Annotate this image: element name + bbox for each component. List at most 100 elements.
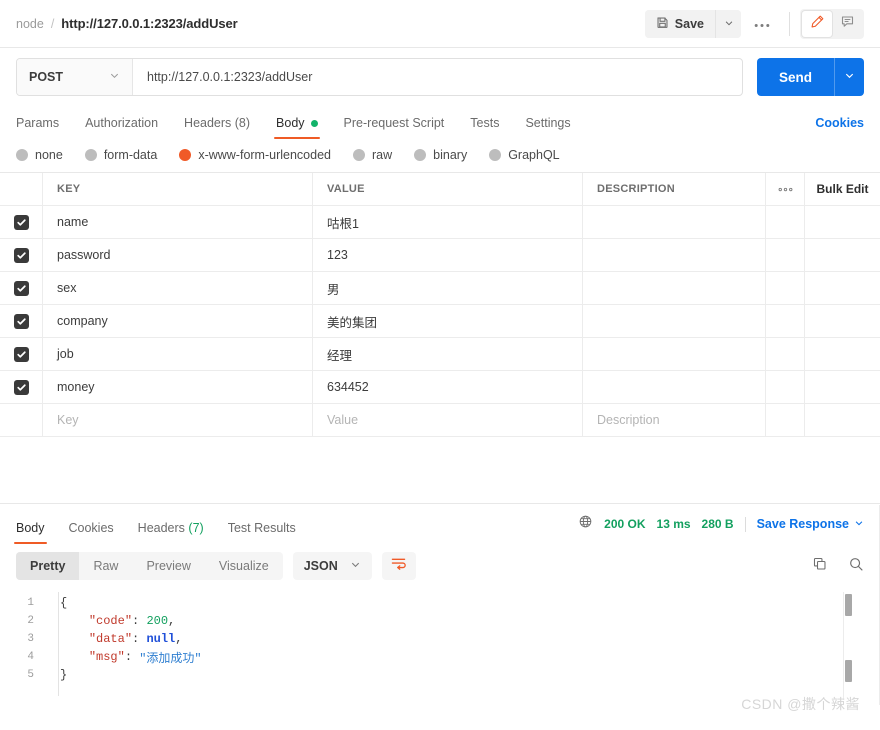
table-row[interactable]: money 634452 [0,371,880,404]
response-tab-test-results[interactable]: Test Results [228,521,296,544]
response-body-scrollbar[interactable] [843,592,852,700]
row-spacer-cell-2 [805,206,880,238]
response-tab-body[interactable]: Body [14,521,46,544]
scrollbar-thumb-top[interactable] [845,594,852,616]
save-response-button[interactable]: Save Response [757,517,864,531]
empty-row-key-input[interactable]: Key [43,404,313,436]
view-mode-visualize[interactable]: Visualize [205,552,283,580]
tab-params[interactable]: Params [16,116,59,139]
row-description-cell[interactable] [583,272,766,304]
code-colon: : [132,632,147,646]
response-time: 13 ms [656,517,691,531]
body-type-x-www-form-urlencoded[interactable]: x-www-form-urlencoded [179,148,331,162]
response-tab-cookies[interactable]: Cookies [69,521,114,544]
row-value-cell[interactable]: 男 [313,272,583,304]
copy-icon[interactable] [812,556,828,577]
empty-row-spacer [766,404,805,436]
breadcrumb-request-title[interactable]: http://127.0.0.1:2323/addUser [61,16,237,31]
empty-row-value-input[interactable]: Value [313,404,583,436]
row-description-cell[interactable] [583,371,766,403]
save-button-label: Save [674,16,704,31]
scrollbar-thumb-bottom[interactable] [845,660,852,682]
response-format-select[interactable]: JSON [292,552,372,580]
row-value-cell[interactable]: 123 [313,239,583,271]
cookies-link[interactable]: Cookies [815,116,864,130]
table-empty-row[interactable]: Key Value Description [0,404,880,437]
request-more-options-button[interactable] [745,10,779,38]
send-button[interactable]: Send [757,58,834,96]
code-line: 3 "data" : null , [0,630,880,648]
meta-divider [744,516,746,532]
globe-icon[interactable] [578,514,593,534]
header-description-label: DESCRIPTION [597,183,675,195]
response-view-mode-group: Pretty Raw Preview Visualize [16,552,283,580]
breadcrumb-collection[interactable]: node [16,17,44,31]
row-checkbox[interactable] [13,214,29,230]
tab-label: Params [16,116,60,130]
row-key-cell[interactable]: name [43,206,313,238]
body-type-none[interactable]: none [16,148,63,162]
table-row[interactable]: company 美的集团 [0,305,880,338]
tab-body[interactable]: Body [274,116,320,139]
row-key-cell[interactable]: sex [43,272,313,304]
edit-request-button[interactable] [802,10,832,37]
row-value-cell[interactable]: 咕根1 [313,206,583,238]
http-method-select[interactable]: POST [17,59,133,95]
table-row[interactable]: job 经理 [0,338,880,371]
code-json-key: "data" [88,632,133,646]
row-checkbox[interactable] [13,247,29,263]
row-description-cell[interactable] [583,206,766,238]
table-row[interactable]: password 123 [0,239,880,272]
view-mode-preview[interactable]: Preview [132,552,204,580]
table-row[interactable]: sex 男 [0,272,880,305]
body-type-graphql[interactable]: GraphQL [489,148,560,162]
row-checkbox[interactable] [13,379,29,395]
response-tab-label: Body [16,521,45,535]
row-value-cell[interactable]: 634452 [313,371,583,403]
send-dropdown-button[interactable] [834,58,864,96]
row-checkbox-cell [0,371,43,403]
row-value-cell[interactable]: 经理 [313,338,583,370]
row-key-text: job [57,347,74,361]
tab-tests[interactable]: Tests [470,116,499,139]
row-key-cell[interactable]: money [43,371,313,403]
row-description-cell[interactable] [583,305,766,337]
tab-headers[interactable]: Headers (8) [184,116,250,139]
table-options-button[interactable] [766,173,805,205]
row-key-cell[interactable]: job [43,338,313,370]
table-row[interactable]: name 咕根1 [0,206,880,239]
row-key-cell[interactable]: company [43,305,313,337]
row-value-text: 咕根1 [327,216,359,231]
view-toggle-group [800,8,864,39]
row-description-cell[interactable] [583,239,766,271]
save-button[interactable]: Save [644,9,715,38]
row-checkbox-cell [0,305,43,337]
save-dropdown-button[interactable] [715,9,741,38]
tab-pre-request-script[interactable]: Pre-request Script [344,116,445,139]
row-checkbox[interactable] [13,346,29,362]
bulk-edit-button[interactable]: Bulk Edit [805,173,880,205]
response-body-code[interactable]: 1 { 2 "code" : 200 , 3 "data" : null , 4 [0,588,880,698]
row-checkbox[interactable] [13,280,29,296]
code-line: 5 } [0,666,880,684]
word-wrap-toggle[interactable] [381,552,416,580]
tab-settings[interactable]: Settings [525,116,570,139]
row-spacer-cell-2 [805,239,880,271]
row-key-cell[interactable]: password [43,239,313,271]
request-url-input[interactable]: http://127.0.0.1:2323/addUser [133,59,742,95]
row-value-cell[interactable]: 美的集团 [313,305,583,337]
view-mode-pretty[interactable]: Pretty [16,552,80,580]
search-icon[interactable] [848,556,864,577]
save-response-label: Save Response [756,517,849,531]
view-mode-raw[interactable]: Raw [79,552,132,580]
body-type-form-data[interactable]: form-data [84,148,157,162]
body-type-raw[interactable]: raw [353,148,392,162]
response-tab-headers[interactable]: Headers (7) [138,521,204,544]
row-description-cell[interactable] [583,338,766,370]
body-type-radio-group: none form-data x-www-form-urlencoded raw… [0,139,880,172]
comments-button[interactable] [832,11,862,37]
tab-authorization[interactable]: Authorization [85,116,158,139]
empty-row-description-input[interactable]: Description [583,404,766,436]
body-type-binary[interactable]: binary [414,148,467,162]
row-checkbox[interactable] [13,313,29,329]
